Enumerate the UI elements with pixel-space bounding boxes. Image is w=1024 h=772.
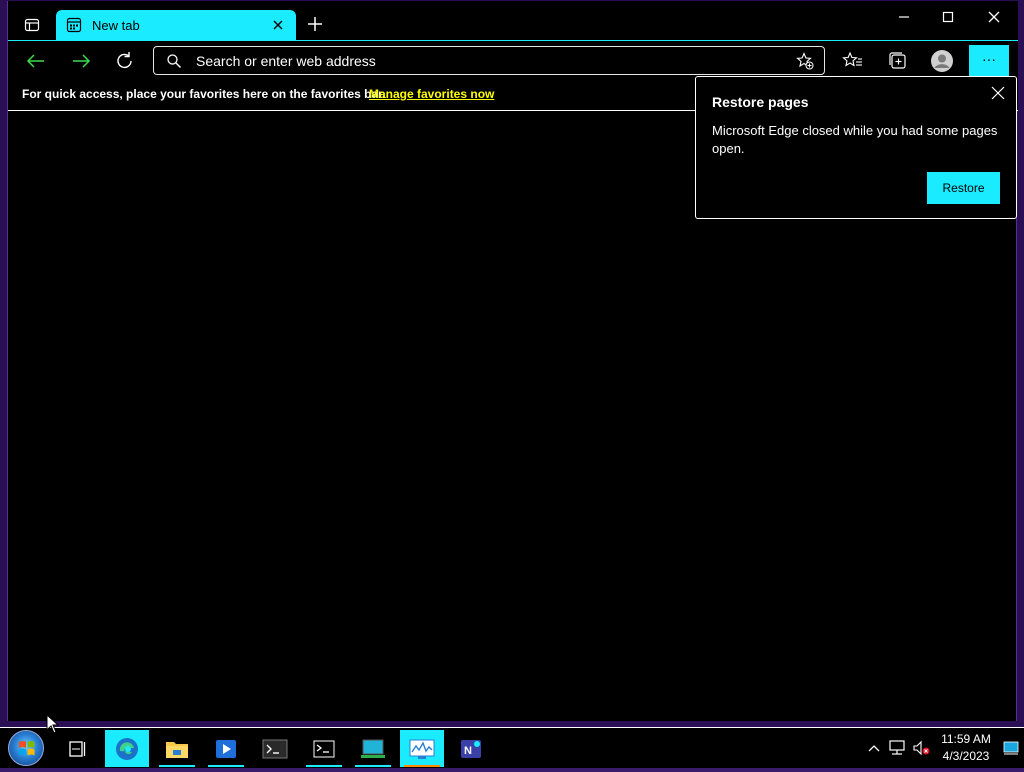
taskbar-laptop-app[interactable]: [351, 730, 395, 767]
taskbar-edge[interactable]: [105, 730, 149, 767]
volume-button[interactable]: [910, 728, 932, 768]
navigation-toolbar: ···: [8, 41, 1018, 81]
file-explorer-icon: [166, 741, 188, 758]
clock-date: 4/3/2023: [942, 749, 990, 763]
chevron-up-icon: [868, 745, 880, 752]
notification-icon: [1003, 741, 1019, 755]
action-center-button[interactable]: [1000, 728, 1022, 768]
manage-favorites-link[interactable]: Manage favorites now: [369, 87, 494, 101]
show-hidden-icons-button[interactable]: [864, 728, 884, 768]
running-indicator: [159, 765, 195, 767]
task-view-icon: [69, 740, 86, 757]
tab-actions-icon: [24, 18, 40, 32]
windows-logo-icon: [19, 741, 35, 756]
taskbar-command-prompt[interactable]: [302, 730, 346, 767]
media-player-icon: [216, 739, 236, 758]
add-favorite-icon[interactable]: [796, 52, 814, 70]
popup-title: Restore pages: [712, 94, 809, 110]
taskbar-clock[interactable]: 11:59 AM 4/3/2023: [934, 731, 998, 765]
restore-button[interactable]: Restore: [927, 172, 1000, 204]
new-tab-plus-icon[interactable]: [304, 13, 326, 35]
taskbar-network-app[interactable]: N: [449, 730, 493, 767]
search-icon: [167, 54, 181, 68]
popup-close-icon[interactable]: [990, 85, 1006, 101]
task-view-button[interactable]: [56, 730, 100, 767]
tab-close-icon[interactable]: [270, 17, 286, 33]
speaker-muted-icon: [913, 740, 930, 756]
maximize-icon[interactable]: [936, 5, 960, 29]
running-indicator: [355, 765, 391, 767]
refresh-icon[interactable]: [112, 49, 138, 73]
running-indicator: [404, 765, 440, 767]
network-app-icon: N: [461, 739, 481, 758]
back-arrow-icon[interactable]: [23, 49, 49, 73]
window-close-icon[interactable]: [982, 5, 1006, 29]
clock-time: 11:59 AM: [941, 732, 991, 746]
minimize-icon[interactable]: [892, 5, 916, 29]
favorites-icon[interactable]: [841, 49, 865, 73]
tab-new-tab[interactable]: New tab: [56, 10, 296, 41]
performance-monitor-icon: [409, 739, 435, 759]
terminal-icon: [262, 739, 288, 758]
tab-title: New tab: [92, 18, 140, 33]
taskbar-file-explorer[interactable]: [155, 730, 199, 767]
network-icon: [889, 740, 905, 755]
running-indicator: [306, 765, 342, 767]
svg-text:N: N: [464, 745, 472, 757]
start-button[interactable]: [8, 730, 44, 766]
mouse-cursor-icon: [46, 714, 60, 734]
collections-icon[interactable]: [886, 49, 910, 73]
taskbar: N 11:59 AM 4/3/2023: [0, 727, 1024, 768]
taskbar-terminal[interactable]: [253, 730, 297, 767]
profile-avatar-icon[interactable]: [930, 49, 954, 73]
new-tab-page-icon: [66, 17, 82, 33]
tab-actions-button[interactable]: [20, 13, 44, 37]
taskbar-performance-monitor[interactable]: [400, 730, 444, 767]
taskbar-media-player[interactable]: [204, 730, 248, 767]
address-input[interactable]: [196, 51, 776, 71]
edge-window: New tab ··· For quick access, place your…: [7, 1, 1018, 721]
network-status-button[interactable]: [886, 728, 908, 768]
forward-arrow-icon[interactable]: [68, 49, 94, 73]
edge-icon: [116, 737, 138, 760]
laptop-icon: [361, 739, 385, 758]
restore-pages-popup: Restore pages Microsoft Edge closed whil…: [695, 76, 1017, 219]
settings-and-more-button[interactable]: ···: [969, 45, 1009, 77]
popup-message: Microsoft Edge closed while you had some…: [712, 123, 998, 156]
favorites-bar-message: For quick access, place your favorites h…: [22, 87, 386, 101]
running-indicator: [208, 765, 244, 767]
address-bar[interactable]: [153, 46, 825, 75]
command-prompt-icon: [313, 740, 335, 757]
title-bar: New tab: [8, 1, 1018, 41]
